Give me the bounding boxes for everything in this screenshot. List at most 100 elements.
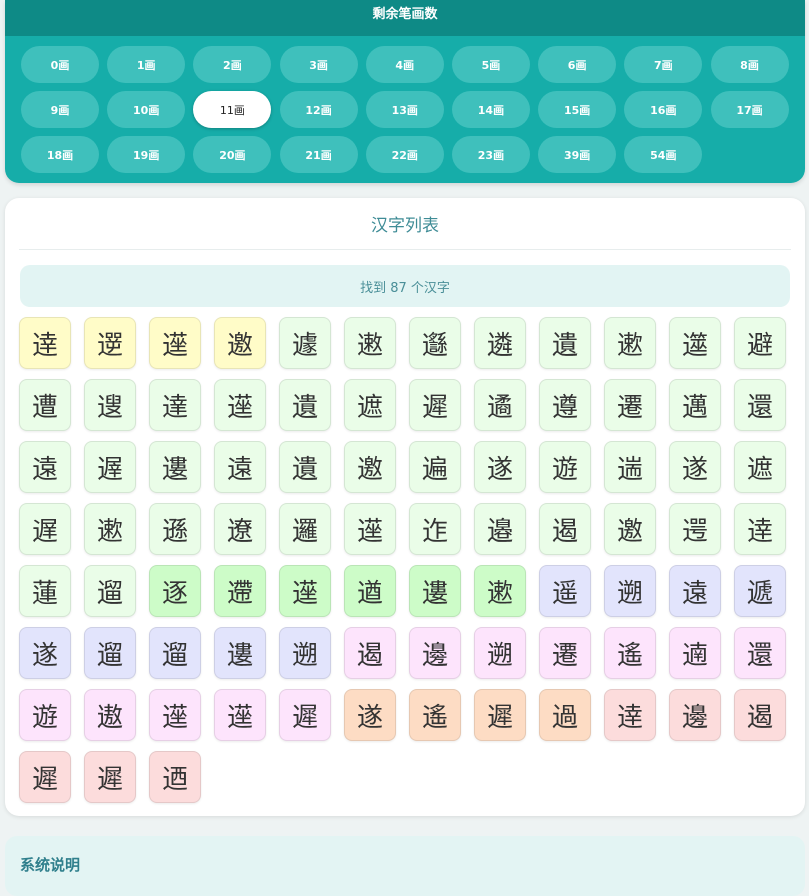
char-tile[interactable]: 逹 <box>19 317 71 369</box>
stroke-option-button[interactable]: 13画 <box>365 91 444 128</box>
char-tile[interactable]: 遷 <box>539 627 591 679</box>
char-tile[interactable]: 遹 <box>474 379 526 431</box>
char-tile[interactable]: 遱 <box>409 565 461 617</box>
stroke-option-button[interactable]: 9画 <box>21 91 99 128</box>
stroke-option-button[interactable]: 0画 <box>21 46 99 83</box>
char-tile[interactable]: 避 <box>734 317 786 369</box>
stroke-option-button[interactable]: 8画 <box>710 46 789 83</box>
char-tile[interactable]: 遏 <box>734 689 786 741</box>
char-tile[interactable]: 遂 <box>474 441 526 493</box>
stroke-option-button[interactable]: 7画 <box>624 46 703 83</box>
char-tile[interactable]: 遳 <box>214 689 266 741</box>
char-tile[interactable]: 邁 <box>669 379 721 431</box>
char-tile[interactable]: 還 <box>734 627 786 679</box>
char-tile[interactable]: 遊 <box>19 689 71 741</box>
char-tile[interactable]: 遌 <box>669 503 721 555</box>
char-tile[interactable]: 還 <box>734 379 786 431</box>
char-tile[interactable]: 達 <box>149 379 201 431</box>
char-tile[interactable]: 遷 <box>604 379 656 431</box>
char-tile[interactable]: 遍 <box>409 441 461 493</box>
char-tile[interactable]: 遅 <box>19 503 71 555</box>
char-tile[interactable]: 遡 <box>474 627 526 679</box>
char-tile[interactable]: 遊 <box>539 441 591 493</box>
char-tile[interactable]: 遵 <box>539 379 591 431</box>
char-tile[interactable]: 遚 <box>84 379 136 431</box>
stroke-option-button[interactable]: 10画 <box>107 91 186 128</box>
stroke-option-button[interactable]: 4画 <box>365 46 444 83</box>
char-tile[interactable]: 迺 <box>149 751 201 803</box>
char-tile[interactable]: 迮 <box>409 503 461 555</box>
stroke-option-button[interactable]: 54画 <box>624 136 703 173</box>
char-tile[interactable]: 遏 <box>344 627 396 679</box>
char-tile[interactable]: 遛 <box>84 565 136 617</box>
char-tile[interactable]: 遥 <box>539 565 591 617</box>
char-tile[interactable]: 邊 <box>669 689 721 741</box>
stroke-option-button[interactable]: 21画 <box>279 136 358 173</box>
char-tile[interactable]: 遠 <box>19 441 71 493</box>
char-tile[interactable]: 遖 <box>669 627 721 679</box>
char-tile[interactable]: 遏 <box>539 503 591 555</box>
char-tile[interactable]: 遄 <box>604 441 656 493</box>
char-tile[interactable]: 遫 <box>344 317 396 369</box>
char-tile[interactable]: 遠 <box>214 441 266 493</box>
char-tile[interactable]: 遳 <box>344 503 396 555</box>
char-tile[interactable]: 遂 <box>669 441 721 493</box>
char-tile[interactable]: 遳 <box>149 689 201 741</box>
stroke-option-button[interactable]: 6画 <box>538 46 617 83</box>
char-tile[interactable]: 遡 <box>279 627 331 679</box>
stroke-option-button[interactable]: 14画 <box>451 91 530 128</box>
stroke-option-button[interactable]: 3画 <box>279 46 358 83</box>
stroke-option-button[interactable]: 39画 <box>538 136 617 173</box>
stroke-option-button[interactable]: 15画 <box>538 91 617 128</box>
char-tile[interactable]: 遼 <box>214 503 266 555</box>
char-tile[interactable]: 遜 <box>149 503 201 555</box>
stroke-option-button[interactable]: 23画 <box>451 136 530 173</box>
char-tile[interactable]: 邀 <box>344 441 396 493</box>
char-tile[interactable]: 遬 <box>84 503 136 555</box>
char-tile[interactable]: 遙 <box>409 689 461 741</box>
char-tile[interactable]: 遻 <box>84 317 136 369</box>
char-tile[interactable]: 遳 <box>149 317 201 369</box>
char-tile[interactable]: 遴 <box>474 317 526 369</box>
stroke-option-button[interactable]: 18画 <box>21 136 99 173</box>
char-tile[interactable]: 遒 <box>344 565 396 617</box>
char-tile[interactable]: 邊 <box>409 627 461 679</box>
char-tile[interactable]: 遺 <box>539 317 591 369</box>
char-tile[interactable]: 遂 <box>344 689 396 741</box>
char-tile[interactable]: 遰 <box>214 565 266 617</box>
char-tile[interactable]: 遭 <box>19 379 71 431</box>
char-tile[interactable]: 遮 <box>734 441 786 493</box>
char-tile[interactable]: 遲 <box>279 689 331 741</box>
stroke-option-button[interactable]: 20画 <box>193 136 272 173</box>
char-tile[interactable]: 遲 <box>84 751 136 803</box>
char-tile[interactable]: 遾 <box>669 317 721 369</box>
char-tile[interactable]: 遲 <box>409 379 461 431</box>
char-tile[interactable]: 遱 <box>149 441 201 493</box>
char-tile[interactable]: 遲 <box>19 751 71 803</box>
char-tile[interactable]: 遳 <box>279 565 331 617</box>
char-tile[interactable]: 遠 <box>669 565 721 617</box>
stroke-option-button[interactable]: 16画 <box>624 91 703 128</box>
char-tile[interactable]: 邏 <box>279 503 331 555</box>
char-tile[interactable]: 逐 <box>149 565 201 617</box>
stroke-option-button[interactable]: 17画 <box>710 91 789 128</box>
char-tile[interactable]: 遛 <box>149 627 201 679</box>
char-tile[interactable]: 逹 <box>734 503 786 555</box>
char-tile[interactable]: 遙 <box>604 627 656 679</box>
char-tile[interactable]: 遨 <box>84 689 136 741</box>
stroke-option-button[interactable]: 5画 <box>451 46 530 83</box>
char-tile[interactable]: 遮 <box>344 379 396 431</box>
stroke-option-button[interactable]: 2画 <box>193 46 272 83</box>
char-tile[interactable]: 蓮 <box>19 565 71 617</box>
char-tile[interactable]: 邀 <box>214 317 266 369</box>
char-tile[interactable]: 遞 <box>734 565 786 617</box>
char-tile[interactable]: 遂 <box>19 627 71 679</box>
char-tile[interactable]: 遟 <box>84 441 136 493</box>
char-tile[interactable]: 遺 <box>279 379 331 431</box>
char-tile[interactable]: 遬 <box>604 317 656 369</box>
stroke-option-button[interactable]: 12画 <box>279 91 358 128</box>
char-tile[interactable]: 遲 <box>474 689 526 741</box>
char-tile[interactable]: 遡 <box>604 565 656 617</box>
char-tile[interactable]: 過 <box>539 689 591 741</box>
stroke-option-button[interactable]: 22画 <box>365 136 444 173</box>
